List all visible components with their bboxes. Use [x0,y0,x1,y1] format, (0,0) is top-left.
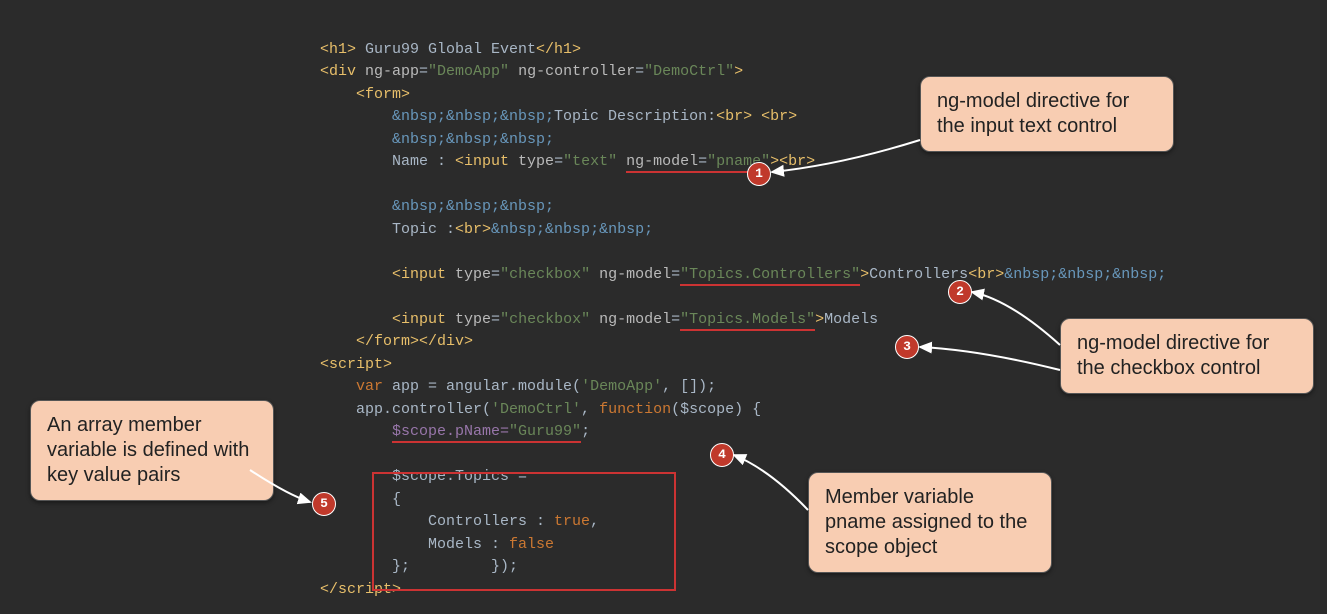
badge-2: 2 [948,280,972,304]
badge-1: 1 [747,162,771,186]
callout-array-member: An array member variable is defined with… [30,400,274,501]
badge-5: 5 [312,492,336,516]
callout-input-text: ng-model directive for the input text co… [920,76,1174,152]
tag: <h1> [320,41,356,58]
callout-member-var: Member variable pname assigned to the sc… [808,472,1052,573]
callout-checkbox: ng-model directive for the checkbox cont… [1060,318,1314,394]
badge-4: 4 [710,443,734,467]
badge-3: 3 [895,335,919,359]
